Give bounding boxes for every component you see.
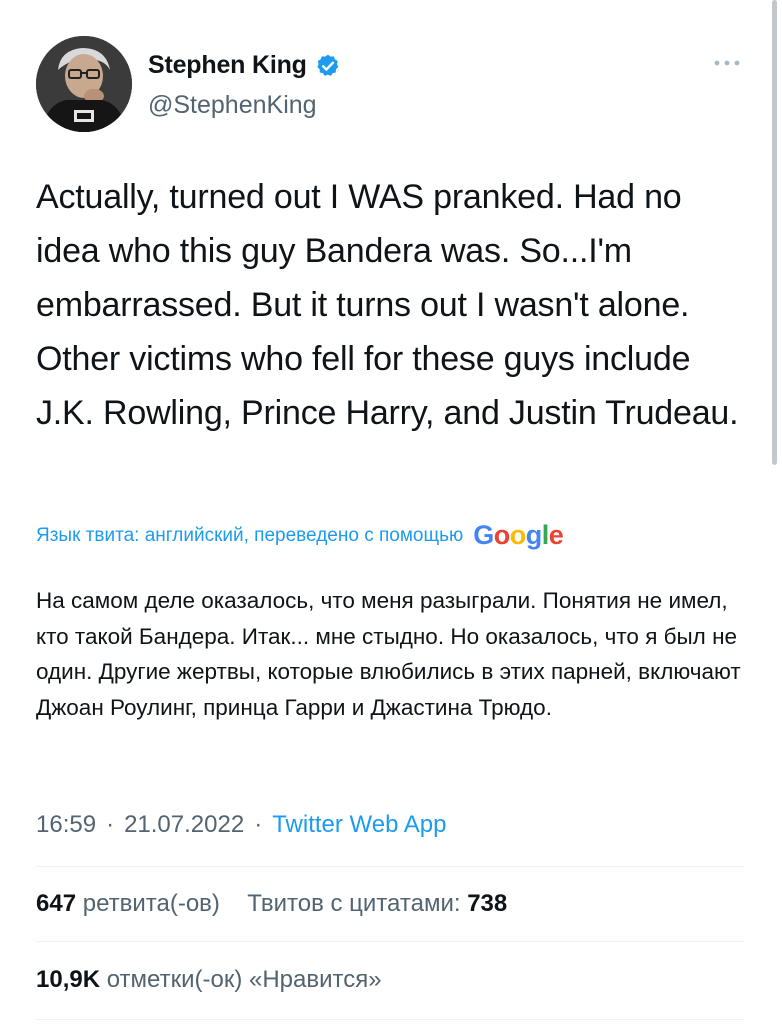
translation-attribution: Язык твита: английский, переведено с пом… — [36, 520, 564, 551]
retweets-link[interactable]: 647 ретвита(-ов) — [36, 890, 220, 917]
divider — [36, 941, 744, 942]
divider — [36, 1019, 744, 1020]
tweet-source-link[interactable]: Twitter Web App — [272, 811, 446, 839]
avatar-photo-icon — [36, 36, 132, 132]
likes-stats-row: 10,9K отметки(-ок) «Нравится» — [36, 966, 382, 994]
display-name[interactable]: Stephen King — [148, 51, 307, 80]
avatar[interactable] — [36, 36, 132, 132]
quotes-count: 738 — [467, 890, 508, 917]
tweet-date[interactable]: 21.07.2022 — [124, 811, 244, 839]
retweet-stats-row: 647 ретвита(-ов) Твитов с цитатами: 738 — [36, 890, 507, 918]
likes-link[interactable]: 10,9K отметки(-ок) «Нравится» — [36, 966, 382, 993]
divider — [36, 866, 744, 867]
quotes-link[interactable]: Твитов с цитатами: 738 — [247, 890, 507, 917]
translated-text: На самом деле оказалось, что меня разыгр… — [36, 588, 741, 720]
likes-label: отметки(-ок) «Нравится» — [106, 966, 382, 993]
tweet-meta: 16:59 · 21.07.2022 · Twitter Web App — [36, 811, 447, 839]
tweet-header: Stephen King @StephenKing — [36, 36, 746, 136]
user-handle[interactable]: @StephenKing — [148, 91, 317, 120]
translation-label[interactable]: Язык твита: английский, переведено с пом… — [36, 525, 463, 547]
google-logo: Google — [473, 520, 564, 550]
retweets-label: ретвита(-ов) — [82, 890, 220, 917]
scrollbar[interactable] — [772, 0, 777, 465]
retweets-count: 647 — [36, 890, 77, 917]
more-options-icon[interactable] — [712, 56, 742, 70]
meta-separator: · — [106, 811, 115, 838]
likes-count: 10,9K — [36, 966, 101, 993]
tweet-time[interactable]: 16:59 — [36, 811, 96, 839]
meta-separator: · — [254, 811, 263, 838]
name-row: Stephen King — [148, 51, 341, 80]
quotes-label: Твитов с цитатами: — [247, 890, 461, 917]
tweet-text: Actually, turned out I WAS pranked. Had … — [36, 178, 739, 432]
verified-badge-icon — [315, 53, 341, 79]
